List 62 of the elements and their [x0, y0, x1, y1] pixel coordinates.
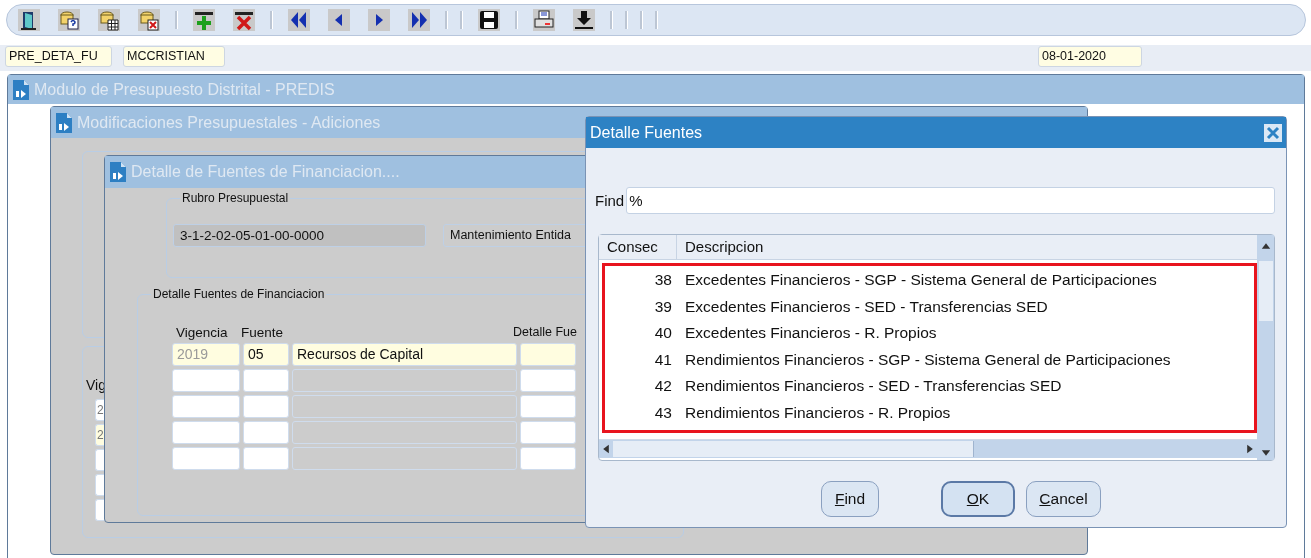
dialog-button[interactable]: OK	[941, 481, 1015, 517]
vigencia-field[interactable]	[172, 421, 240, 444]
group-label: Detalle Fuentes de Financiacion	[151, 287, 327, 301]
column-header[interactable]: Consec	[599, 235, 677, 259]
detalle-field[interactable]	[520, 421, 576, 444]
code-field[interactable]: 3-1-2-02-05-01-00-0000	[173, 224, 426, 247]
fuente-field[interactable]	[243, 369, 289, 392]
find-field[interactable]: %	[626, 187, 1275, 214]
find-label: Find	[595, 192, 625, 209]
vigencia-field[interactable]	[172, 395, 240, 418]
descripcion-field[interactable]	[292, 395, 517, 418]
detalle-field[interactable]	[520, 369, 576, 392]
plus-icon[interactable]	[193, 9, 215, 31]
dialog-title: Detalle Fuentes	[590, 123, 703, 142]
detalle-field[interactable]	[520, 395, 576, 418]
window-title: Modulo de Presupuesto Distrital - PREDIS	[34, 80, 335, 99]
horizontal-scrollbar[interactable]	[599, 439, 1257, 458]
exit-door-icon[interactable]	[18, 9, 40, 31]
printer-icon[interactable]	[533, 9, 555, 31]
detalle-field[interactable]	[520, 447, 576, 470]
fuente-field[interactable]	[243, 421, 289, 444]
form-icon	[109, 161, 127, 183]
list-row[interactable]: 40 Excedentes Financieros - R. Propios	[605, 320, 1254, 347]
fuente-field[interactable]	[243, 395, 289, 418]
fuente-field[interactable]	[243, 447, 289, 470]
detalle-field[interactable]	[520, 343, 576, 366]
date-field[interactable]: 08-01-2020	[1038, 46, 1142, 67]
form-icon	[55, 111, 73, 134]
window-title: Modificaciones Presupuestales - Adiciones	[77, 113, 381, 132]
descripcion-field[interactable]: Recursos de Capital	[292, 343, 517, 366]
column-header: Detalle Fue	[513, 325, 577, 339]
floppy-disk-icon[interactable]	[478, 9, 500, 31]
window-title: Detalle de Fuentes de Financiacion....	[131, 163, 400, 181]
text-field[interactable]: PRE_DETA_FU	[5, 46, 112, 67]
dialog-button[interactable]: Find	[821, 481, 879, 517]
column-header: Vigencia	[176, 325, 228, 340]
down-arrow-bar-icon[interactable]	[573, 9, 595, 31]
database-grid-icon[interactable]	[98, 9, 120, 31]
vigencia-field[interactable]	[172, 369, 240, 392]
vertical-scrollbar[interactable]	[1257, 235, 1274, 460]
list-row[interactable]: 43 Rendimientos Financieros - R. Propios	[605, 399, 1254, 426]
column-header: Fuente	[241, 325, 284, 340]
list-row[interactable]: 42 Rendimientos Financieros - SED - Transferencias SED	[605, 373, 1254, 400]
descripcion-field[interactable]	[292, 369, 517, 392]
list-row[interactable]: 39 Excedentes Financieros - SED - Transferencias SED	[605, 293, 1254, 320]
dialog-button[interactable]: Cancel	[1026, 481, 1101, 517]
close-icon[interactable]	[1264, 123, 1282, 142]
database-x-icon[interactable]	[138, 9, 160, 31]
scroll-thumb[interactable]	[613, 441, 974, 457]
form-icon	[12, 78, 30, 101]
x-icon[interactable]	[233, 9, 255, 31]
fuente-field[interactable]: 05	[243, 343, 289, 366]
vigencia-field[interactable]	[172, 447, 240, 470]
text-field[interactable]: MCCRISTIAN	[123, 46, 225, 67]
database-question-icon[interactable]	[58, 9, 80, 31]
group-label: Rubro Presupuestal	[180, 191, 291, 205]
list-row[interactable]: 41 Rendimientos Financieros - SGP - Sistema General de Participaciones	[605, 346, 1254, 373]
column-header[interactable]: Descripcion	[677, 235, 764, 259]
scroll-thumb[interactable]	[1258, 261, 1273, 321]
list-row[interactable]: 38 Excedentes Financieros - SGP - Sistema General de Participaciones	[605, 267, 1254, 294]
descripcion-field[interactable]	[292, 421, 517, 444]
descripcion-field[interactable]	[292, 447, 517, 470]
